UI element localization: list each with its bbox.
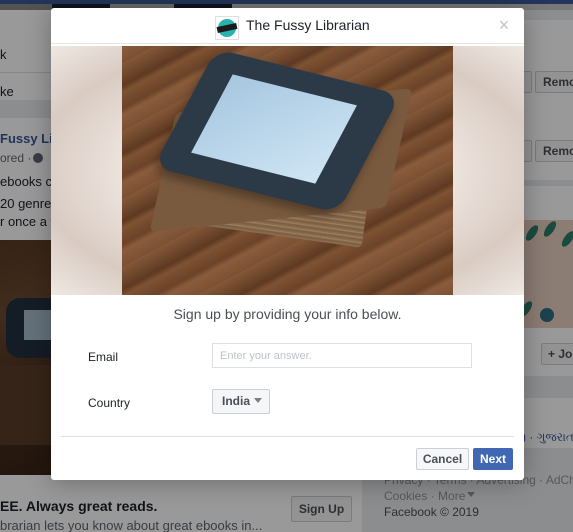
chevron-down-icon [254,398,263,403]
email-label: Email [88,350,119,364]
lead-form-dialog: The Fussy Librarian × Sign up by providi… [51,8,524,480]
dialog-title: The Fussy Librarian [246,17,370,33]
hero-image-frame [51,46,524,295]
country-select[interactable]: India [212,389,270,414]
form-intro-text: Sign up by providing your info below. [173,306,402,322]
country-label: Country [88,396,131,410]
next-button[interactable]: Next [473,448,513,470]
divider [61,436,514,437]
dialog-header: The Fussy Librarian × [51,8,524,44]
country-selected-value: India [222,394,251,408]
email-input[interactable] [212,343,472,368]
close-icon[interactable]: × [497,16,511,34]
cancel-button[interactable]: Cancel [416,448,469,470]
fussy-librarian-logo-icon [215,16,239,40]
hero-image-ereader-on-book [122,46,453,295]
